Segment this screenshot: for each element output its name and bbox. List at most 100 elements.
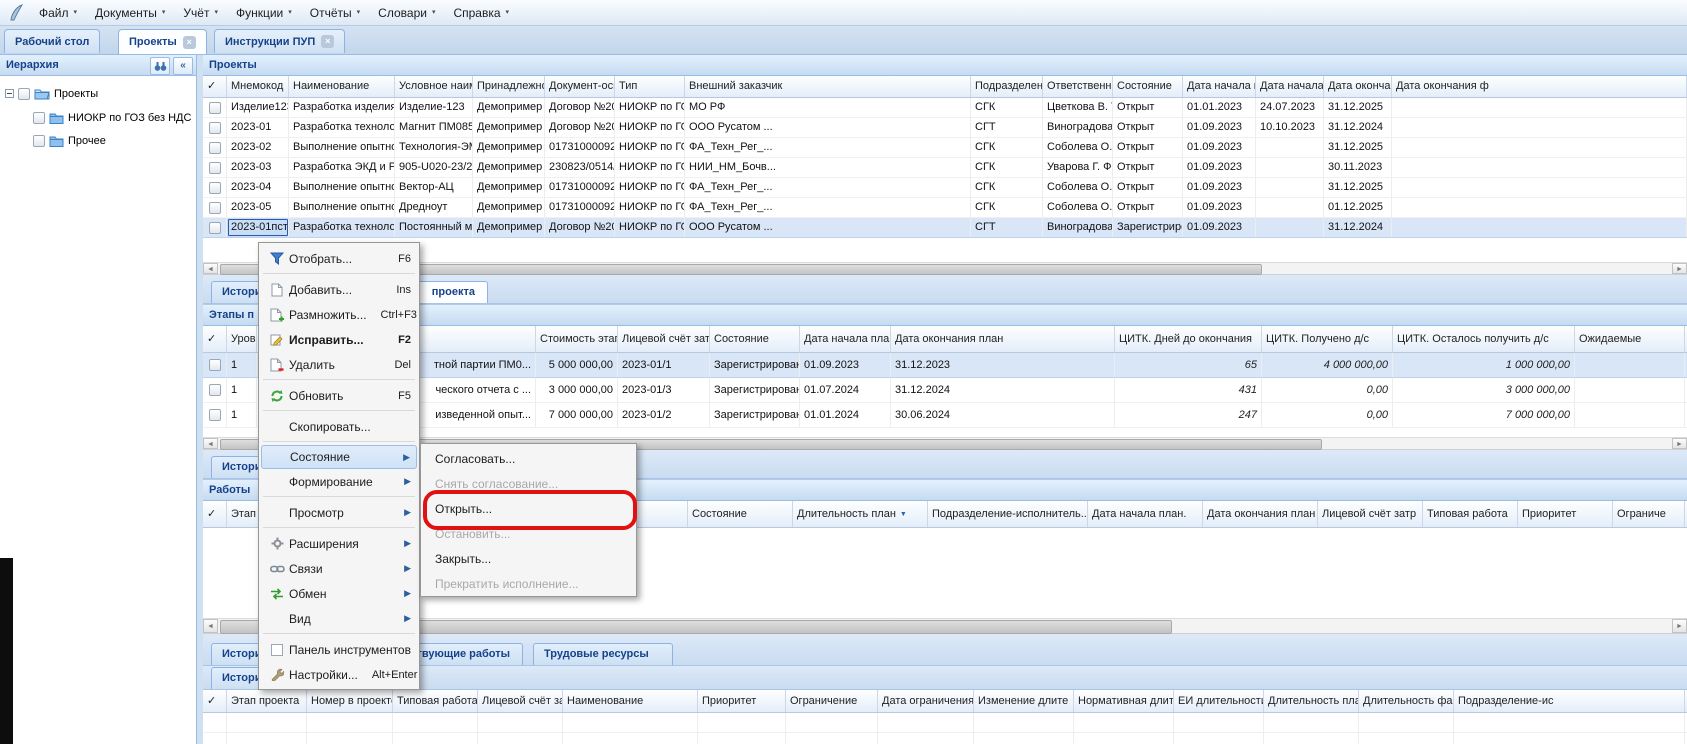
- column-header[interactable]: Наименование: [289, 76, 395, 97]
- row-checkbox[interactable]: [209, 384, 221, 396]
- menu-item-add[interactable]: Добавить...Ins: [261, 277, 417, 302]
- table-row[interactable]: 2023-03Разработка ЭКД и РКД н...905-U020…: [203, 158, 1687, 178]
- menu-help[interactable]: Справка▾: [444, 3, 518, 23]
- tab-desktop[interactable]: Рабочий стол: [4, 29, 100, 53]
- menu-item-refresh[interactable]: ОбновитьF5: [261, 383, 417, 408]
- tree-item-projects[interactable]: Проекты: [5, 84, 98, 103]
- tree-checkbox[interactable]: [33, 112, 45, 124]
- column-header[interactable]: Принадлежность: [473, 76, 545, 97]
- column-header[interactable]: Типовая работа: [1423, 501, 1518, 527]
- row-checkbox[interactable]: [209, 202, 221, 214]
- column-header[interactable]: Подразделение-исполнитель..: [928, 501, 1088, 527]
- column-header[interactable]: Типовая работа: [393, 690, 478, 712]
- tree-checkbox[interactable]: [33, 135, 45, 147]
- column-header[interactable]: Дата начала план.: [1183, 76, 1256, 97]
- column-header[interactable]: Нормативная длит: [1074, 690, 1174, 712]
- table-row[interactable]: 2023-02Выполнение опытно-конс...Технолог…: [203, 138, 1687, 158]
- column-header[interactable]: Дата начала факт.: [1256, 76, 1324, 97]
- column-header[interactable]: Длительность фак: [1359, 690, 1454, 712]
- column-header[interactable]: Лицевой счёт затр: [1318, 501, 1423, 527]
- column-header[interactable]: Мнемокод: [227, 76, 289, 97]
- select-all-header[interactable]: ✓: [203, 501, 227, 527]
- column-header[interactable]: Состояние: [1113, 76, 1183, 97]
- table-row[interactable]: 1ческого отчета с ...3 000 000,002023-01…: [203, 378, 1687, 403]
- select-all-header[interactable]: ✓: [203, 690, 227, 712]
- column-header[interactable]: Ожидаемые: [1575, 326, 1685, 352]
- menu-accounting[interactable]: Учёт▾: [174, 3, 227, 23]
- column-header[interactable]: Уров: [227, 326, 257, 352]
- row-checkbox[interactable]: [209, 122, 221, 134]
- tree-collapse-icon[interactable]: [5, 89, 14, 98]
- column-header[interactable]: Дата окончания ф: [1392, 76, 1687, 97]
- menu-item-open[interactable]: Открыть...: [423, 496, 634, 521]
- menu-functions[interactable]: Функции▾: [227, 3, 301, 23]
- column-header[interactable]: Подразделение-ис: [1454, 690, 1685, 712]
- column-header[interactable]: Состояние: [688, 501, 793, 527]
- tab-pup-instructions[interactable]: Инструкции ПУП×: [214, 29, 345, 53]
- tab-projects[interactable]: Проекты×: [118, 29, 207, 54]
- row-checkbox[interactable]: [209, 222, 221, 234]
- column-header[interactable]: ЦИТК. Дней до окончания: [1115, 326, 1262, 352]
- column-header[interactable]: Подразделение-от: [971, 76, 1043, 97]
- column-header[interactable]: Приоритет: [698, 690, 786, 712]
- column-header[interactable]: Состояние: [710, 326, 800, 352]
- menu-item-state[interactable]: Состояние▶: [261, 445, 417, 469]
- menu-item-settings[interactable]: Настройки...Alt+Enter: [261, 662, 417, 687]
- row-checkbox[interactable]: [209, 409, 221, 421]
- column-header[interactable]: Лицевой счёт затрат.: [618, 326, 710, 352]
- menu-dictionaries[interactable]: Словари▾: [369, 3, 444, 23]
- row-checkbox[interactable]: [209, 102, 221, 114]
- scroll-right-icon[interactable]: ►: [1672, 619, 1687, 633]
- table-row[interactable]: 2023-01пстРазработка технологии и...Пост…: [203, 218, 1687, 238]
- column-header[interactable]: Длительность план▼: [793, 501, 928, 527]
- column-header[interactable]: Дата окончания план: [891, 326, 1115, 352]
- row-checkbox[interactable]: [209, 359, 221, 371]
- close-tab-icon[interactable]: ×: [183, 36, 196, 49]
- collapse-panel-button[interactable]: «: [173, 57, 193, 75]
- column-header[interactable]: Номер в проекте: [307, 690, 393, 712]
- row-checkbox[interactable]: [209, 142, 221, 154]
- column-header[interactable]: Дата начала план: [800, 326, 891, 352]
- select-all-header[interactable]: ✓: [203, 76, 227, 97]
- column-header[interactable]: Дата начала план.: [1088, 501, 1203, 527]
- table-row[interactable]: 2023-05Выполнение опытно-конс...Дредноут…: [203, 198, 1687, 218]
- sort-arrow-icon[interactable]: ▼: [900, 511, 907, 518]
- column-header[interactable]: Дата ограничения: [878, 690, 974, 712]
- select-all-header[interactable]: ✓: [203, 326, 227, 352]
- column-header[interactable]: Документ-основан: [545, 76, 615, 97]
- menu-item-copy[interactable]: Скопировать...: [261, 414, 417, 439]
- horizontal-scrollbar[interactable]: ◄ ►: [203, 262, 1687, 275]
- table-row[interactable]: 1изведенной опыт...7 000 000,002023-01/2…: [203, 403, 1687, 428]
- menu-reports[interactable]: Отчёты▾: [301, 3, 369, 23]
- menu-file[interactable]: Файл▾: [30, 3, 86, 23]
- menu-item-filter[interactable]: Отобрать...F6: [261, 246, 417, 271]
- table-row[interactable]: 2023-01Разработка технологии и...Магнит …: [203, 118, 1687, 138]
- column-header[interactable]: Лицевой счёт затр: [478, 690, 563, 712]
- menu-item-exchange[interactable]: Обмен▶: [261, 581, 417, 606]
- column-header[interactable]: Внешний заказчик: [685, 76, 971, 97]
- menu-item-formation[interactable]: Формирование▶: [261, 469, 417, 494]
- scroll-left-icon[interactable]: ◄: [203, 619, 218, 633]
- scroll-left-icon[interactable]: ◄: [203, 263, 218, 274]
- menu-item-edit[interactable]: Исправить...F2: [261, 327, 417, 352]
- menu-item-duplicate[interactable]: Размножить...Ctrl+F3: [261, 302, 417, 327]
- tree-item-other[interactable]: Прочее: [33, 131, 106, 150]
- menu-item-delete[interactable]: УдалитьDel: [261, 352, 417, 377]
- column-header[interactable]: Приоритет: [1518, 501, 1613, 527]
- search-icon[interactable]: [150, 57, 170, 75]
- row-checkbox[interactable]: [209, 162, 221, 174]
- column-header[interactable]: Тип: [615, 76, 685, 97]
- column-header[interactable]: Дата окончания пл: [1324, 76, 1392, 97]
- close-tab-icon[interactable]: ×: [321, 35, 334, 48]
- menu-item-extensions[interactable]: Расширения▶: [261, 531, 417, 556]
- column-header[interactable]: Длительность пла: [1264, 690, 1359, 712]
- column-header[interactable]: ЦИТК. Осталось получить д/с: [1393, 326, 1575, 352]
- column-header[interactable]: ЦИТК. Получено д/с: [1262, 326, 1393, 352]
- row-checkbox[interactable]: [209, 182, 221, 194]
- menu-item-view[interactable]: Вид▶: [261, 606, 417, 631]
- scroll-right-icon[interactable]: ►: [1672, 263, 1687, 274]
- menu-item-approve[interactable]: Согласовать...: [423, 446, 634, 471]
- menu-item-preview[interactable]: Просмотр▶: [261, 500, 417, 525]
- tab-labor-resources[interactable]: Трудовые ресурсы: [533, 643, 673, 665]
- column-header[interactable]: Ограниче: [1613, 501, 1685, 527]
